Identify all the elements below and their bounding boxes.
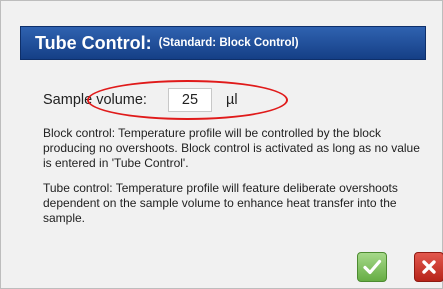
sample-volume-unit: µl [225, 92, 238, 108]
dialog-subtitle: (Standard: Block Control) [158, 37, 299, 49]
dialog-title-bar: Tube Control: (Standard: Block Control) [20, 26, 426, 60]
sample-volume-label: Sample volume: [43, 92, 147, 108]
sample-volume-input[interactable] [167, 88, 212, 112]
tube-control-description: Tube control: Temperature profile will f… [43, 181, 398, 225]
dialog-title: Tube Control: [35, 32, 152, 53]
block-control-description: Block control: Temperature profile will … [43, 126, 420, 170]
confirm-button[interactable] [357, 252, 387, 282]
cancel-button[interactable] [414, 252, 443, 282]
sample-volume-row: Sample volume: µl [43, 87, 238, 113]
tube-control-dialog: Tube Control: (Standard: Block Control) … [0, 0, 443, 289]
checkmark-icon [363, 259, 382, 275]
cross-icon [422, 260, 436, 274]
